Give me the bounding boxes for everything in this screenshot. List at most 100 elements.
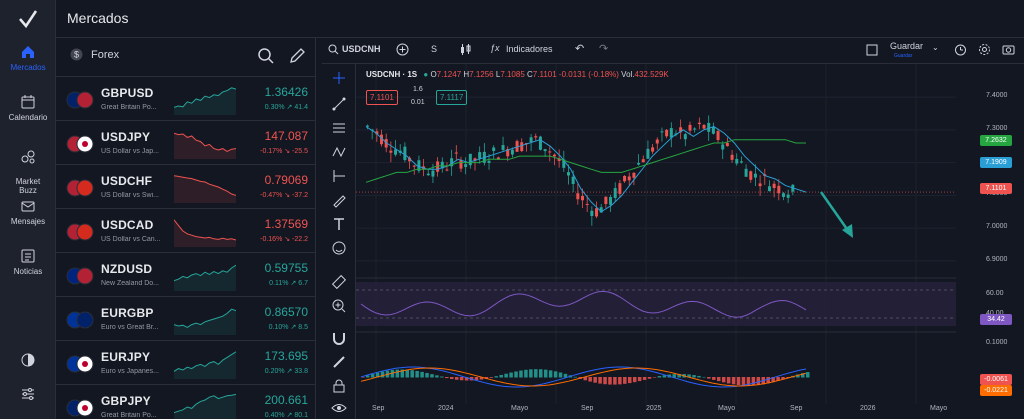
category-selector[interactable]: $ Forex bbox=[70, 48, 119, 61]
low-value: 7.1085 bbox=[500, 70, 525, 79]
sell-price-button[interactable]: 7.1101 bbox=[366, 90, 398, 105]
market-row-gbpusd[interactable]: GBPUSD Great Britain Po... 1.36426 0.30% ↗ … bbox=[56, 76, 315, 120]
market-description: US Dollar vs Swi... bbox=[101, 192, 159, 199]
market-price: 1.37569 bbox=[264, 217, 308, 231]
candle-body bbox=[609, 197, 613, 205]
market-price: 173.695 bbox=[264, 349, 308, 363]
indicators-button[interactable]: Indicadores bbox=[506, 44, 553, 54]
nav-item-noticias[interactable]: Noticias bbox=[0, 248, 56, 276]
arrow-annotation bbox=[819, 191, 851, 233]
macd-signal-last-value: -0.0221 bbox=[980, 385, 1012, 396]
interval-button[interactable]: S bbox=[431, 44, 437, 54]
market-row-eurjpy[interactable]: EURJPY Euro vs Japanes... 173.695 0.20% ↗ 3… bbox=[56, 340, 315, 384]
axis-label: 2025 bbox=[646, 405, 662, 412]
nav-label: Market Buzz bbox=[15, 177, 41, 195]
magnet-icon[interactable] bbox=[331, 330, 347, 346]
theme-toggle[interactable] bbox=[0, 352, 56, 371]
text-icon[interactable] bbox=[331, 216, 347, 232]
candle-body bbox=[627, 176, 631, 181]
gear-icon[interactable] bbox=[978, 43, 991, 56]
nav-item-market-buzz[interactable]: Market Buzz bbox=[0, 140, 56, 195]
lock-icon[interactable] bbox=[331, 378, 347, 394]
macd-histogram-bar bbox=[726, 377, 731, 384]
eye-icon[interactable] bbox=[331, 400, 347, 416]
fx-icon[interactable]: ƒx bbox=[490, 43, 500, 53]
axis-label: 2026 bbox=[860, 405, 876, 412]
save-button[interactable]: Guardar bbox=[890, 41, 923, 51]
spread-pip-value: 0.01 bbox=[411, 99, 425, 106]
symbol-button[interactable]: USDCNH bbox=[342, 44, 381, 54]
nav-label: Noticias bbox=[13, 267, 43, 276]
brush-icon[interactable] bbox=[331, 192, 347, 208]
macd-histogram-bar bbox=[395, 369, 400, 378]
search-icon[interactable] bbox=[328, 44, 339, 55]
market-price: 1.36426 bbox=[264, 85, 308, 99]
nav-item-mensajes[interactable]: Mensajes bbox=[0, 198, 56, 226]
market-description: Euro vs Japanes... bbox=[101, 368, 159, 375]
market-row-eurgbp[interactable]: EURGBP Euro vs Great Br... 0.86570 0.10% ↗ … bbox=[56, 296, 315, 340]
nav-label: Mercados bbox=[10, 63, 46, 72]
edit-pencil-icon[interactable] bbox=[288, 47, 306, 65]
market-row-usdchf[interactable]: USDCHF US Dollar vs Swi... 0.79069 -0.47% ↘… bbox=[56, 164, 315, 208]
open-indicator: ● bbox=[423, 70, 429, 79]
chart-area[interactable]: USDCNH · 1S ● O7.1247 H7.1256 L7.1085 C7… bbox=[356, 64, 1024, 419]
price-chart-svg[interactable] bbox=[356, 64, 1024, 419]
macd-histogram-bar bbox=[425, 372, 429, 378]
candle-body bbox=[637, 162, 641, 165]
settings-sliders[interactable] bbox=[0, 386, 56, 405]
candle-body bbox=[669, 128, 673, 138]
macd-histogram-bar bbox=[593, 377, 597, 383]
sparkline bbox=[174, 308, 236, 335]
candle-body bbox=[772, 183, 776, 189]
candle-body bbox=[786, 194, 790, 198]
macd-histogram-bar bbox=[494, 376, 498, 378]
market-symbol: EURJPY bbox=[101, 350, 151, 364]
emoji-icon[interactable] bbox=[331, 240, 347, 256]
macd-histogram-bar bbox=[454, 377, 459, 380]
nav-item-mercados[interactable]: Mercados bbox=[0, 44, 56, 72]
market-row-usdjpy[interactable]: USDJPY US Dollar vs Jap... 147.087 -0.17% ↘… bbox=[56, 120, 315, 164]
candle-body bbox=[735, 158, 739, 164]
rsi-last-value: 34.42 bbox=[980, 314, 1012, 325]
market-row-usdcad[interactable]: USDCAD US Dollar vs Can... 1.37569 -0.16% ↘… bbox=[56, 208, 315, 252]
macd-histogram-bar bbox=[440, 376, 444, 378]
search-icon[interactable] bbox=[257, 47, 275, 65]
trend-line-icon[interactable] bbox=[331, 96, 347, 112]
zoom-in-icon[interactable] bbox=[331, 298, 347, 314]
market-row-gbpjpy[interactable]: GBPJPY Great Britain Po... 200.661 0.40% ↗ … bbox=[56, 384, 315, 419]
macd-histogram-bar bbox=[543, 369, 548, 378]
undo-icon[interactable]: ↶ bbox=[575, 42, 584, 55]
checkmark-logo-icon[interactable] bbox=[0, 4, 56, 34]
candles-icon[interactable] bbox=[459, 43, 472, 56]
alert-clock-icon[interactable] bbox=[954, 43, 967, 56]
macd-histogram-bar bbox=[558, 372, 563, 378]
candle-body bbox=[459, 159, 463, 169]
chevron-down-icon[interactable]: ⌄ bbox=[932, 43, 939, 52]
macd-histogram-bar bbox=[459, 377, 464, 381]
pattern-icon[interactable] bbox=[331, 144, 347, 160]
currency-flags-icon bbox=[66, 91, 94, 109]
macd-histogram-bar bbox=[405, 369, 409, 378]
lock-drawings-icon[interactable] bbox=[331, 354, 347, 370]
nav-item-calendario[interactable]: Calendario bbox=[0, 94, 56, 122]
measure-icon[interactable] bbox=[331, 168, 347, 184]
candle-body bbox=[412, 165, 416, 167]
macd-histogram-bar bbox=[410, 370, 414, 378]
layout-icon[interactable] bbox=[866, 44, 878, 56]
candle-body bbox=[576, 193, 580, 200]
market-price: 0.79069 bbox=[264, 173, 308, 187]
macd-histogram-bar bbox=[741, 377, 746, 386]
currency-flags-icon bbox=[66, 179, 94, 197]
ruler-icon[interactable] bbox=[331, 274, 347, 290]
calendar-icon bbox=[21, 95, 35, 109]
candle-body bbox=[548, 151, 552, 153]
macd-histogram-bar bbox=[415, 370, 419, 378]
add-symbol-icon[interactable] bbox=[396, 43, 409, 56]
market-row-nzdusd[interactable]: NZDUSD New Zealand Do... 0.59755 0.11% ↗ 6.… bbox=[56, 252, 315, 296]
buy-price-button[interactable]: 7.1117 bbox=[436, 90, 468, 105]
camera-icon[interactable] bbox=[1002, 43, 1015, 56]
horizontal-lines-icon[interactable] bbox=[331, 120, 347, 136]
redo-icon[interactable]: ↷ bbox=[599, 42, 608, 55]
candle-body bbox=[585, 203, 589, 205]
crosshair-icon[interactable] bbox=[331, 70, 347, 86]
